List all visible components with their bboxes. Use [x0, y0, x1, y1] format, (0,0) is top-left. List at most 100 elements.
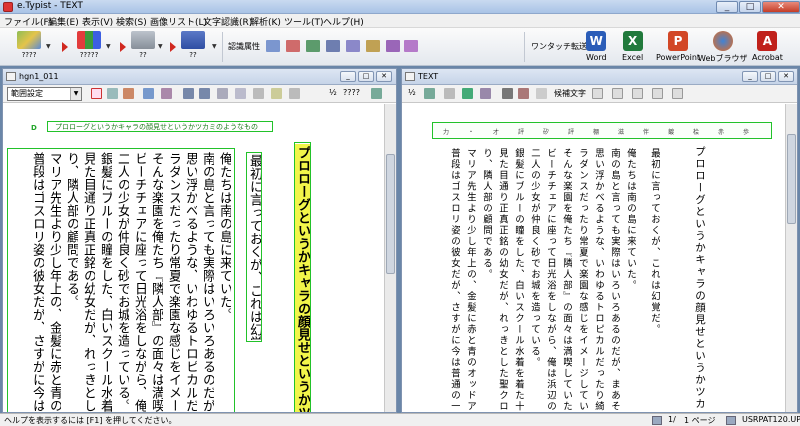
- dictionary-icon[interactable]: [480, 88, 491, 99]
- menu-tools[interactable]: ツール(T): [284, 15, 324, 28]
- pane-minimize-button[interactable]: _: [742, 71, 758, 82]
- font-icon[interactable]: [235, 88, 246, 99]
- text-pane-scrollbar[interactable]: [785, 104, 797, 412]
- acrobat-button[interactable]: A Acrobat: [752, 31, 783, 62]
- chevron-down-icon[interactable]: ▼: [212, 43, 217, 50]
- menu-file[interactable]: ファイル(F): [4, 15, 52, 28]
- body-line: 思い浮かべるような、いわゆるトロピカルだったり綺麗: [593, 148, 604, 412]
- recognize-button[interactable]: ??: [128, 31, 158, 59]
- image-canvas[interactable]: D プロローグというかキャラの顔見せというかツカミのようなもの プロローグという…: [3, 104, 384, 412]
- word-icon: W: [586, 31, 607, 51]
- text-pane: TEXT _ □ ✕ ½ 候補文字 力 ・ 才 評 矽 評 棚 滋 伴 鍍 桧 …: [401, 68, 798, 413]
- image-pane-titlebar: hgn1_011 _ □ ✕: [3, 69, 396, 85]
- chevron-down-icon[interactable]: ▼: [46, 43, 51, 50]
- menu-ocr[interactable]: 文字認識(R): [203, 15, 252, 28]
- web-browser-button[interactable]: Webブラウザ: [698, 31, 747, 64]
- pane-minimize-button[interactable]: _: [340, 71, 356, 82]
- one-touch-transfer-label: ワンタッチ転送: [531, 42, 587, 51]
- body-line: 見た目通り正真正銘の幼女だが、れっきとした聖クロ: [81, 152, 95, 412]
- menu-edit[interactable]: 編集(E): [48, 15, 79, 28]
- close-button[interactable]: ✕: [762, 1, 800, 13]
- save-button[interactable]: ??: [178, 31, 208, 59]
- scrollbar-thumb[interactable]: [386, 154, 395, 274]
- candidate-char-3[interactable]: [632, 88, 643, 99]
- body-line: 普段はゴスロリ姿の彼女だが、さすがに今は普通の一: [30, 152, 44, 412]
- candidate-char-4[interactable]: [652, 88, 663, 99]
- columns-icon[interactable]: [266, 40, 280, 52]
- zoom-half-button[interactable]: ½: [329, 88, 337, 97]
- page-icon[interactable]: [536, 88, 547, 99]
- text-pane-titlebar: TEXT _ □ ✕: [402, 69, 797, 85]
- text-editor[interactable]: 力 ・ 才 評 矽 評 棚 滋 伴 鍍 桧 赤 歩 プロローグというかキャラの顔…: [402, 104, 785, 412]
- arrow-right-icon: [62, 42, 68, 52]
- powerpoint-icon: P: [668, 31, 689, 51]
- split-icon[interactable]: [161, 88, 172, 99]
- rotate-left-icon[interactable]: [183, 88, 194, 99]
- align-icon[interactable]: [346, 40, 360, 52]
- pane-maximize-button[interactable]: □: [358, 71, 374, 82]
- candidate-char-1[interactable]: [592, 88, 603, 99]
- text-pane-toolbar: ½ 候補文字: [402, 85, 797, 103]
- maximize-button[interactable]: □: [739, 1, 761, 13]
- word-button[interactable]: W Word: [586, 31, 607, 62]
- candidate-char-5[interactable]: [672, 88, 683, 99]
- paragraph-icon[interactable]: [306, 40, 320, 52]
- chevron-down-icon[interactable]: ▼: [158, 43, 163, 50]
- image-pane-title: hgn1_011: [19, 72, 59, 81]
- zoom-half-button[interactable]: ½: [408, 88, 416, 97]
- crop-icon[interactable]: [217, 88, 228, 99]
- menu-analysis[interactable]: 解析(K): [250, 15, 281, 28]
- subheading-text: 最初に言っておくが、これは幻覚だ。: [649, 148, 660, 335]
- zoom-select[interactable]: ????: [343, 88, 360, 97]
- image-pane-scrollbar[interactable]: [384, 104, 396, 412]
- color-icon[interactable]: [462, 88, 473, 99]
- grid-icon[interactable]: [143, 88, 154, 99]
- rotate-right-icon[interactable]: [199, 88, 210, 99]
- candidate-char-label: 候補文字: [554, 89, 586, 98]
- main-toolbar: ???? ▼ ????? ▼ ?? ▼ ?? ▼ 認識属性 ワンタッチ転送 W …: [0, 28, 800, 66]
- excel-button[interactable]: X Excel: [622, 31, 643, 62]
- search-icon[interactable]: [502, 88, 513, 99]
- scrollbar-thumb[interactable]: [787, 134, 796, 224]
- menu-image-list[interactable]: 画像リスト(L): [150, 15, 207, 28]
- menu-view[interactable]: 表示(V): [82, 15, 113, 28]
- layout-icon: [77, 31, 101, 49]
- menu-bar: ファイル(F) 編集(E) 表示(V) 検索(S) 画像リスト(L) 文字認識(…: [0, 14, 800, 28]
- layout-button[interactable]: ?????: [74, 31, 104, 59]
- powerpoint-button[interactable]: P PowerPoint: [656, 31, 700, 62]
- vertical-text-icon[interactable]: [386, 40, 400, 52]
- title-bar: e.Typist - TEXT _ □ ✕: [0, 0, 800, 14]
- body-line: そんな楽園を俺たち『隣人部』の面々は満喫していた: [561, 148, 572, 412]
- keyboard-icon: [131, 31, 155, 49]
- scan-button[interactable]: ????: [14, 31, 44, 59]
- zoom-icon[interactable]: [371, 88, 382, 99]
- font-color-icon[interactable]: [286, 40, 300, 52]
- select-area-icon[interactable]: [91, 88, 102, 99]
- body-line: ビーチチェアに座って日光浴をしながら、俺は浜辺の: [132, 152, 146, 412]
- erase-icon[interactable]: [253, 88, 264, 99]
- pane-maximize-button[interactable]: □: [760, 71, 776, 82]
- frame-icon[interactable]: [107, 88, 118, 99]
- minimize-button[interactable]: _: [716, 1, 738, 13]
- document-icon: [405, 72, 415, 81]
- app-icon[interactable]: [3, 2, 13, 12]
- image-icon[interactable]: [123, 88, 134, 99]
- zoom-icon[interactable]: [424, 88, 435, 99]
- chevron-down-icon[interactable]: ▼: [106, 43, 111, 50]
- pin-icon[interactable]: [289, 88, 300, 99]
- menu-help[interactable]: ヘルプ(H): [323, 15, 364, 28]
- effects-icon[interactable]: [404, 40, 418, 52]
- pane-close-button[interactable]: ✕: [376, 71, 392, 82]
- candidate-char-2[interactable]: [612, 88, 623, 99]
- find-replace-icon[interactable]: [518, 88, 529, 99]
- ruby-icon[interactable]: [366, 40, 380, 52]
- brightness-icon[interactable]: [271, 88, 282, 99]
- menu-search[interactable]: 検索(S): [116, 15, 147, 28]
- edit-icon[interactable]: [444, 88, 455, 99]
- pane-close-button[interactable]: ✕: [778, 71, 794, 82]
- body-line: ラダンスだったり常夏で楽園な感じをイメージしてもら: [166, 152, 180, 412]
- list-icon[interactable]: [326, 40, 340, 52]
- chevron-down-icon[interactable]: ▼: [70, 88, 81, 100]
- range-setting-select[interactable]: 範囲設定 ▼: [7, 87, 82, 101]
- body-line: 思い浮かべるような、いわゆるトロピカルだったり綺麗: [183, 152, 197, 412]
